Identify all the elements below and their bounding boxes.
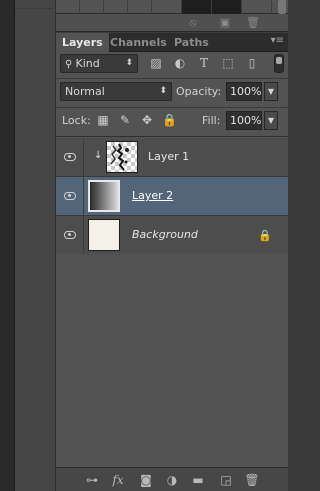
tab-layers[interactable]: Layers	[56, 33, 110, 52]
trash-icon[interactable]: 🗑	[244, 472, 260, 488]
lock-transparency-icon[interactable]: ▦	[96, 113, 110, 127]
opacity-label: Opacity:	[176, 85, 222, 98]
swatch-cell[interactable]	[212, 0, 242, 14]
swatch-cell[interactable]	[128, 0, 152, 14]
swatch-cell[interactable]	[242, 0, 272, 14]
search-icon: ⚲	[65, 59, 76, 70]
fill-input[interactable]: 100%	[226, 111, 262, 130]
swatch-cell[interactable]	[104, 0, 128, 14]
filter-row: ⚲ Kind ⬍ ▨ ◐ T ⬚ ▯	[56, 52, 288, 76]
filter-toggle[interactable]	[274, 54, 284, 73]
sketch-thumbnail-icon	[110, 143, 129, 171]
group-folder-icon[interactable]: ▬	[190, 472, 206, 488]
no-entry-icon[interactable]: ⦸	[186, 16, 200, 30]
new-layer-icon[interactable]: ◲	[218, 472, 234, 488]
pixel-layer-filter-icon[interactable]: ▨	[149, 56, 163, 70]
panel-menu-icon[interactable]: ▾≡	[271, 35, 284, 46]
new-swatch-icon[interactable]: ▣	[218, 16, 232, 30]
tab-channels[interactable]: Channels	[104, 33, 173, 52]
type-filter-icon[interactable]: T	[197, 56, 211, 70]
fill-label: Fill:	[202, 114, 221, 127]
layer-row[interactable]: ↓ Layer 1	[56, 138, 288, 177]
panel-tab-bar: Layers Channels Paths ▾≡	[56, 33, 288, 52]
swatch-cell[interactable]	[152, 0, 182, 14]
opacity-dropdown-arrow[interactable]: ▼	[264, 82, 278, 101]
link-layers-icon[interactable]: ⊶	[84, 472, 100, 488]
visibility-toggle[interactable]	[56, 177, 84, 216]
clipping-mask-arrow-icon: ↓	[94, 150, 103, 161]
swatch-cell[interactable]	[56, 0, 80, 14]
visibility-toggle[interactable]	[56, 138, 84, 177]
layers-footer: ⊶ fx ◙ ◑ ▬ ◲ 🗑	[56, 467, 288, 491]
layer-thumbnail[interactable]	[88, 180, 120, 212]
kind-filter-select[interactable]: ⚲ Kind ⬍	[60, 54, 138, 73]
left-collapsed-panel	[15, 0, 56, 491]
left-dock	[0, 0, 14, 491]
swatches-strip	[56, 0, 288, 14]
swatch-cell[interactable]	[80, 0, 104, 14]
layers-panel-group: ⦸ ▣ 🗑 Layers Channels Paths ▾≡ ⚲ Kind ⬍ …	[56, 0, 288, 491]
fx-icon[interactable]: fx	[110, 472, 126, 488]
layer-thumbnail[interactable]	[88, 219, 120, 251]
layer-name[interactable]: Layer 1	[148, 150, 189, 163]
panel-divider	[15, 8, 56, 9]
layer-mask-icon[interactable]: ◙	[138, 472, 154, 488]
layers-empty-area[interactable]	[56, 254, 288, 464]
lock-all-icon[interactable]: 🔒	[162, 113, 177, 127]
shape-filter-icon[interactable]: ⬚	[221, 56, 235, 70]
blend-mode-value: Normal	[65, 85, 105, 98]
blend-mode-select[interactable]: Normal ⬍	[60, 82, 172, 101]
layers-panel: ⚲ Kind ⬍ ▨ ◐ T ⬚ ▯ Normal ⬍ Opacity: 100…	[56, 52, 288, 491]
divider	[56, 136, 288, 137]
chevron-updown-icon: ⬍	[159, 86, 167, 96]
eye-icon	[64, 231, 76, 239]
kind-filter-label: Kind	[75, 57, 100, 70]
lock-label: Lock:	[62, 114, 91, 127]
fill-dropdown-arrow[interactable]: ▼	[264, 111, 278, 130]
swatches-footer: ⦸ ▣ 🗑	[56, 14, 288, 32]
lock-paint-brush-icon[interactable]: ✎	[118, 113, 132, 127]
opacity-input[interactable]: 100%	[226, 82, 262, 101]
lock-position-move-icon[interactable]: ✥	[140, 113, 154, 127]
smart-object-filter-icon[interactable]: ▯	[245, 56, 259, 70]
lock-row: Lock: ▦ ✎ ✥ 🔒 Fill: 100% ▼	[56, 108, 288, 134]
layer-row[interactable]: Background 🔒	[56, 216, 288, 255]
scrollbar-thumb[interactable]	[278, 0, 286, 14]
trash-icon[interactable]: 🗑	[246, 16, 260, 30]
tab-paths[interactable]: Paths	[168, 33, 215, 52]
layer-thumbnail[interactable]	[106, 141, 138, 173]
lock-icon: 🔒	[258, 229, 272, 242]
chevron-updown-icon: ⬍	[125, 58, 133, 68]
layer-name[interactable]: Background	[132, 228, 198, 241]
layer-row[interactable]: Layer 2	[56, 177, 288, 216]
eye-icon	[64, 192, 76, 200]
adjustment-filter-icon[interactable]: ◐	[173, 56, 187, 70]
swatch-cell[interactable]	[182, 0, 212, 14]
layer-name[interactable]: Layer 2	[132, 189, 173, 202]
adjustment-layer-icon[interactable]: ◑	[164, 472, 180, 488]
visibility-toggle[interactable]	[56, 216, 84, 255]
eye-icon	[64, 153, 76, 161]
blend-row: Normal ⬍ Opacity: 100% ▼	[56, 79, 288, 105]
